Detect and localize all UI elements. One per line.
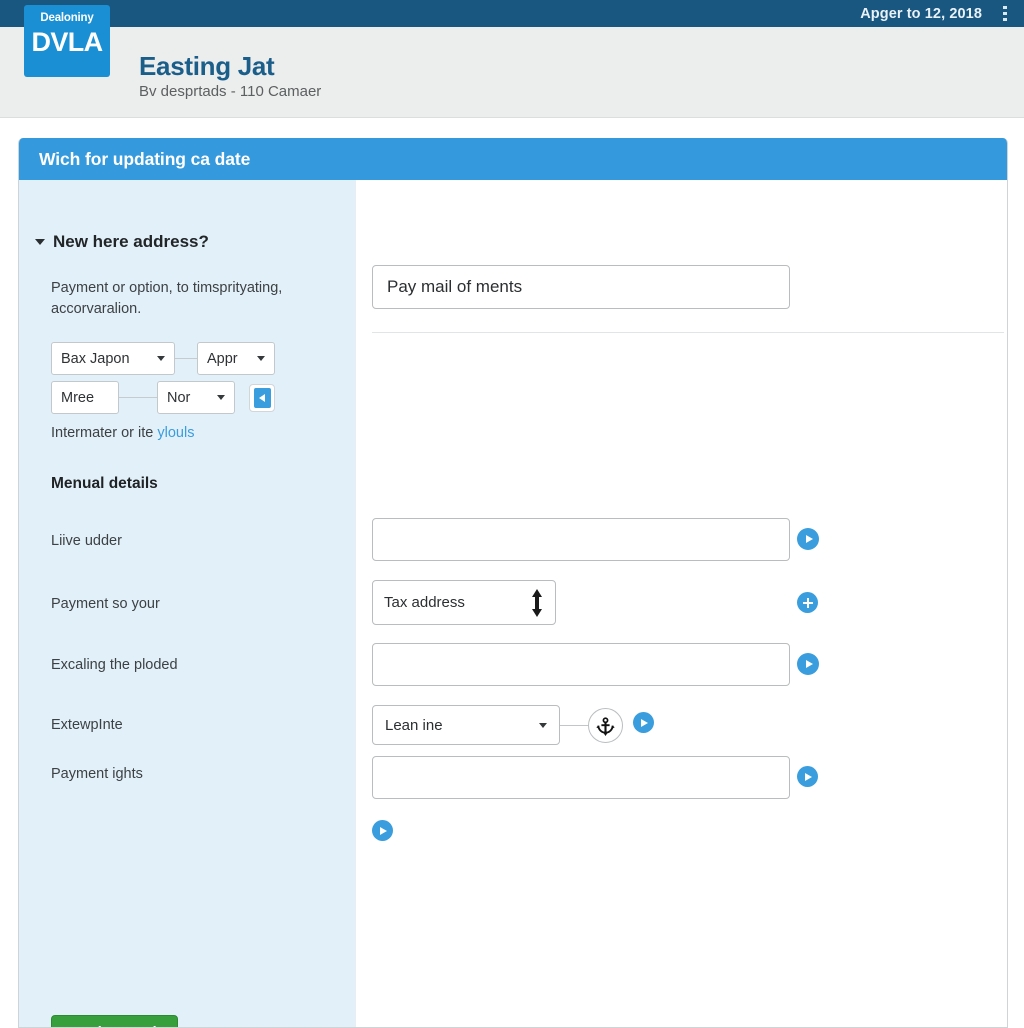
triangle-right-glyph <box>805 535 813 543</box>
kebab-dot <box>1003 17 1007 22</box>
logo-title: DVLA <box>31 27 103 57</box>
plus-vertical <box>806 597 809 608</box>
select-appr-label: Appr <box>207 350 238 367</box>
title-input-value: Pay mail of ments <box>387 277 523 296</box>
card-banner-title: Wich for updating ca date <box>39 148 251 169</box>
sidebar-section-title: Menual details <box>51 475 158 492</box>
field-mree[interactable]: Mree <box>51 381 119 414</box>
sidebar-field-label-2: Payment so your <box>51 596 160 612</box>
kebab-dot <box>1003 5 1007 10</box>
triangle-left-icon <box>253 387 271 408</box>
stepper-input[interactable]: Tax address <box>372 580 556 625</box>
logo-subtitle: Dealoniny <box>40 12 94 24</box>
dvla-logo: Dealoniny DVLA <box>24 5 110 77</box>
page-header: Dealoniny DVLA Easting Jat Bv desprtads … <box>0 5 1024 118</box>
kebab-menu-icon[interactable] <box>996 3 1014 25</box>
field-mree-value: Mree <box>61 389 95 406</box>
header-date: Apger to 12, 2018 <box>860 5 982 22</box>
add-row-button[interactable] <box>372 820 393 841</box>
chevron-down-icon <box>539 722 547 728</box>
sidebar-mini-button[interactable] <box>249 383 275 412</box>
main-panel: Pay mail of ments Tax address Lean ine <box>356 180 1007 1027</box>
sidebar-collapse-header[interactable]: New here address? <box>35 232 209 252</box>
triangle-left-glyph <box>259 393 265 402</box>
triangle-right-glyph <box>380 826 387 835</box>
sidebar-field-label-5: Payment ights <box>51 766 143 782</box>
play-circle-icon-2[interactable] <box>797 653 819 675</box>
sidebar-note-text: Intermater or ite <box>51 425 158 441</box>
connector-line <box>119 397 157 398</box>
content-card: Wich for updating ca date New here addre… <box>18 138 1008 1028</box>
chevron-down-icon <box>35 239 45 245</box>
dropdown-row: Lean ine <box>372 705 623 745</box>
select-nor[interactable]: Nor <box>157 381 235 414</box>
stepper-input-value: Tax address <box>384 594 465 611</box>
select-nor-label: Nor <box>167 389 191 406</box>
title-input[interactable]: Pay mail of ments <box>372 265 790 309</box>
card-body: New here address? Payment or option, to … <box>19 180 1007 1027</box>
chevron-down-icon <box>157 356 165 361</box>
page-subtitle: Bv desprtads - 110 Camaer <box>139 83 322 100</box>
play-circle-icon-4[interactable] <box>797 766 818 787</box>
anchor-glyph <box>596 716 615 736</box>
select-bax-japon[interactable]: Bax Japon <box>51 342 175 375</box>
sidebar: New here address? Payment or option, to … <box>19 180 356 1027</box>
plus-circle-icon-1[interactable] <box>797 592 818 613</box>
sidebar-control-row-2: Mree Nor <box>51 381 275 414</box>
triangle-right-glyph <box>805 660 813 668</box>
anchor-icon[interactable] <box>588 707 623 743</box>
up-down-arrows-icon[interactable] <box>530 588 544 618</box>
sidebar-heading: New here address? <box>53 232 209 251</box>
sidebar-field-label-3: Excaling the ploded <box>51 657 178 673</box>
select-lean-ine[interactable]: Lean ine <box>372 705 560 745</box>
sidebar-paragraph: Payment or option, to timsprityating, ac… <box>51 280 283 317</box>
sidebar-note-link[interactable]: ylouls <box>157 425 194 441</box>
save-record-button[interactable]: Scal Reourd <box>51 1015 178 1027</box>
text-input-2[interactable] <box>372 643 790 686</box>
sidebar-note: Intermater or ite ylouls <box>51 425 194 441</box>
text-input-1[interactable] <box>372 518 790 561</box>
connector-line <box>560 724 588 726</box>
play-circle-icon-1[interactable] <box>797 528 819 550</box>
text-input-3[interactable] <box>372 756 790 799</box>
sidebar-field-label-1: Liive udder <box>51 533 122 549</box>
select-lean-ine-label: Lean ine <box>385 716 443 734</box>
chevron-down-icon <box>257 356 265 361</box>
connector-line <box>175 358 197 359</box>
select-bax-japon-label: Bax Japon <box>61 350 130 367</box>
kebab-dot <box>1003 11 1007 16</box>
triangle-right-glyph <box>805 772 812 781</box>
card-banner: Wich for updating ca date <box>19 138 1007 180</box>
top-navigation-bar: Apger to 12, 2018 <box>0 0 1024 27</box>
select-appr[interactable]: Appr <box>197 342 275 375</box>
triangle-right-glyph <box>641 718 648 727</box>
play-circle-icon-3[interactable] <box>633 712 654 733</box>
sidebar-control-row-1: Bax Japon Appr <box>51 342 275 375</box>
chevron-down-icon <box>217 395 225 400</box>
page-title: Easting Jat <box>139 51 275 81</box>
section-divider <box>372 332 1004 333</box>
sidebar-field-label-4: ExtewpInte <box>51 717 123 733</box>
